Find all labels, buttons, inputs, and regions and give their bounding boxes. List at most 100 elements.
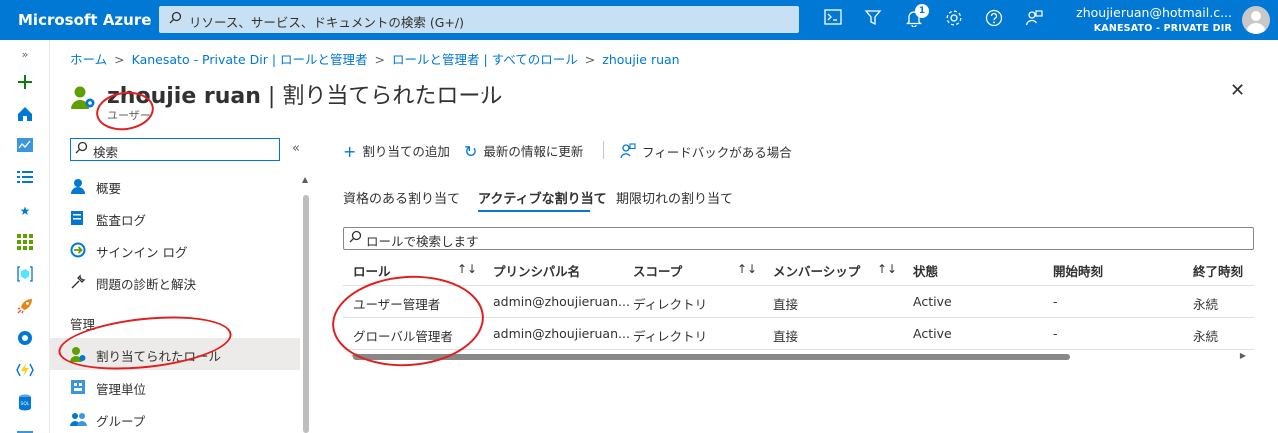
scroll-right-arrow-icon[interactable]: ▶ (1240, 351, 1246, 360)
menu-item-assigned-roles[interactable]: 割り当てられたロール (50, 338, 300, 370)
all-resources-icon[interactable] (16, 234, 34, 252)
column-header-state[interactable]: 状態 (913, 261, 938, 280)
menu-scrollbar[interactable]: ▲ (302, 175, 310, 433)
column-header-end-time[interactable]: 終了時刻 (1193, 261, 1243, 280)
page-subtitle: ユーザー (107, 109, 151, 122)
directory-filter-icon[interactable] (862, 9, 884, 31)
breadcrumb-home[interactable]: ホーム (70, 52, 107, 67)
tab-eligible[interactable]: 資格のある割り当て (343, 188, 460, 207)
refresh-label: 最新の情報に更新 (483, 144, 584, 159)
menu-item-overview[interactable]: 概要 (50, 170, 300, 202)
column-header-start-time[interactable]: 開始時刻 (1053, 261, 1103, 280)
scroll-up-arrow-icon[interactable]: ▲ (302, 175, 308, 184)
more-options-button[interactable]: … (480, 80, 495, 98)
monitor-icon[interactable] (16, 330, 34, 348)
tab-expired[interactable]: 期限切れの割り当て (616, 188, 733, 207)
column-header-role[interactable]: ロール (353, 261, 391, 280)
page-title-name: zhoujie ruan (107, 84, 261, 109)
cell-principal: admin@zhoujieruan... (493, 294, 630, 309)
cell-role[interactable]: ユーザー管理者 (353, 294, 440, 313)
menu-item-diagnose[interactable]: 問題の診断と解決 (50, 266, 300, 298)
sort-arrows-icon[interactable]: ↑↓ (457, 262, 477, 276)
feedback-label: フィードバックがある場合 (642, 145, 792, 160)
active-tab-indicator (478, 210, 590, 212)
cloud-shell-icon[interactable] (822, 9, 844, 31)
storage-icon[interactable] (16, 426, 34, 433)
portal-sidebar: » ★ SQL (0, 40, 50, 433)
feedback-icon (620, 143, 636, 162)
search-icon (349, 230, 362, 247)
row-divider (343, 317, 1254, 318)
menu-item-label: 割り当てられたロール (96, 349, 222, 364)
plus-icon: + (343, 142, 357, 161)
menu-item-audit-logs[interactable]: 監査ログ (50, 202, 300, 234)
admin-units-icon (70, 379, 86, 395)
search-icon (169, 11, 182, 27)
search-placeholder: リソース、サービス、ドキュメントの検索 (G+/) (189, 15, 464, 30)
user-icon (70, 85, 96, 111)
menu-item-label: サインイン ログ (96, 245, 188, 260)
collapse-menu-button[interactable]: « (292, 141, 300, 156)
dashboard-icon[interactable] (16, 138, 34, 156)
close-button[interactable]: ✕ (1230, 80, 1245, 101)
settings-gear-icon[interactable] (943, 9, 965, 31)
global-search-input[interactable]: リソース、サービス、ドキュメントの検索 (G+/) (159, 6, 799, 33)
all-services-icon[interactable] (16, 170, 34, 188)
table-horizontal-scrollbar[interactable]: ◀ ▶ (343, 350, 1254, 364)
cell-role[interactable]: グローバル管理者 (353, 326, 453, 345)
feedback-icon[interactable] (1023, 9, 1045, 31)
tab-active[interactable]: アクティブな割り当て (478, 188, 607, 207)
column-header-membership[interactable]: メンバーシップ (773, 261, 860, 280)
cell-scope: ディレクトリ (633, 329, 708, 344)
sql-database-icon[interactable]: SQL (16, 394, 34, 412)
avatar[interactable] (1242, 6, 1270, 34)
home-icon[interactable] (16, 106, 34, 124)
column-header-principal[interactable]: プリンシパル名 (493, 261, 580, 280)
cell-membership: 直接 (773, 297, 799, 312)
feedback-button[interactable]: フィードバックがある場合 (620, 141, 792, 161)
cell-state: Active (913, 326, 952, 341)
role-search-placeholder: ロールで検索します (366, 234, 479, 249)
breadcrumb-directory-roles[interactable]: Kanesato - Private Dir | ロールと管理者 (132, 52, 368, 67)
create-resource-icon[interactable] (16, 74, 34, 92)
refresh-button[interactable]: ↻ 最新の情報に更新 (464, 141, 583, 161)
page-title-suffix: | 割り当てられたロール (260, 84, 503, 109)
function-app-icon[interactable] (16, 362, 34, 380)
brand[interactable]: Microsoft Azure (18, 11, 151, 29)
breadcrumb-user[interactable]: zhoujie ruan (602, 52, 679, 67)
command-divider (603, 141, 604, 159)
notification-badge: 1 (915, 4, 929, 18)
favorites-star-icon: ★ (19, 204, 31, 218)
column-header-scope[interactable]: スコープ (633, 261, 682, 280)
menu-search-placeholder: 検索 (93, 145, 119, 160)
cell-start-time: - (1053, 294, 1058, 309)
sort-arrows-icon[interactable]: ↑↓ (877, 262, 897, 276)
wrench-icon (70, 274, 86, 290)
assigned-roles-icon (70, 346, 86, 362)
menu-search-input[interactable]: 検索 (70, 138, 280, 161)
expand-chevron-icon[interactable]: » (16, 46, 34, 64)
refresh-icon: ↻ (464, 142, 478, 161)
menu-section-manage: 管理 (70, 317, 96, 332)
cell-end-time: 永続 (1193, 297, 1219, 312)
menu-item-label: 管理単位 (96, 382, 147, 397)
menu-item-label: 問題の診断と解決 (96, 277, 197, 292)
menu-item-groups[interactable]: グループ (50, 403, 300, 433)
menu-item-label: 監査ログ (96, 213, 147, 228)
cell-start-time: - (1053, 326, 1058, 341)
role-search-input[interactable]: ロールで検索します (343, 227, 1254, 250)
account-menu[interactable]: zhoujieruan@hotmail.c... KANESATO - PRIV… (1076, 5, 1232, 34)
sort-arrows-icon[interactable]: ↑↓ (737, 262, 757, 276)
header-divider (343, 285, 1254, 286)
cell-state: Active (913, 294, 952, 309)
help-icon[interactable] (983, 9, 1005, 31)
menu-item-signin-logs[interactable]: サインイン ログ (50, 234, 300, 266)
resource-groups-icon[interactable] (16, 266, 34, 284)
quickstart-rocket-icon[interactable] (16, 298, 34, 316)
page-title: zhoujie ruan | 割り当てられたロール (107, 78, 502, 110)
search-icon (75, 141, 88, 158)
menu-item-admin-units[interactable]: 管理単位 (50, 371, 300, 403)
add-assignment-button[interactable]: + 割り当ての追加 (343, 141, 450, 161)
svg-text:SQL: SQL (21, 401, 30, 407)
breadcrumb-all-roles[interactable]: ロールと管理者 | すべてのロール (392, 52, 578, 67)
